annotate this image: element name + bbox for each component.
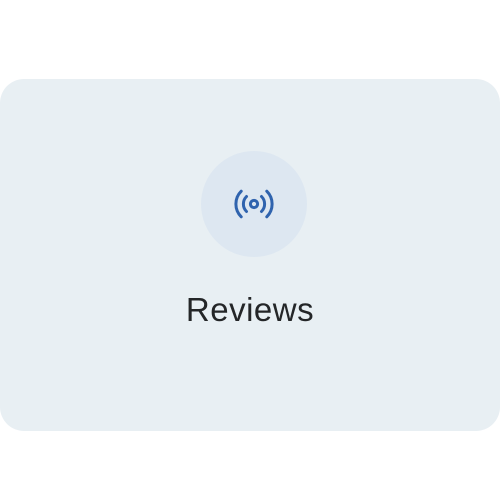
broadcast-icon [234,189,274,219]
reviews-tile[interactable]: Reviews [0,79,500,431]
icon-badge [201,151,307,257]
tile-label: Reviews [185,291,315,328]
